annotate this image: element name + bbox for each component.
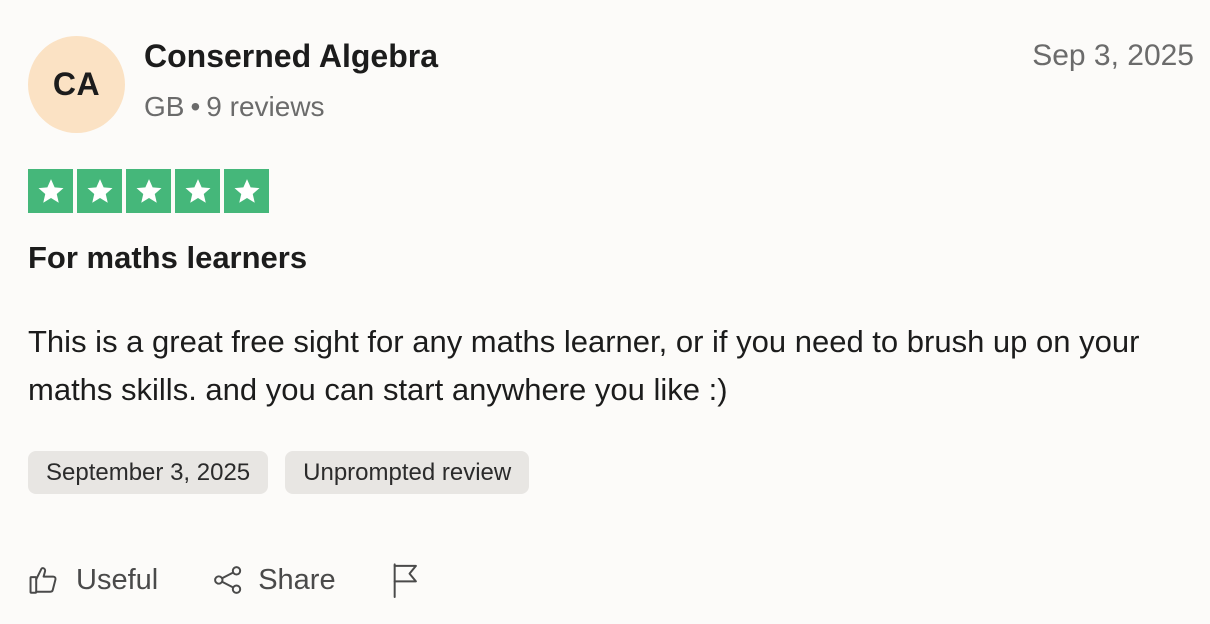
reviewer-country: GB: [144, 91, 185, 122]
share-icon: [210, 560, 246, 600]
star-icon: [28, 169, 73, 213]
tag-experience-date: September 3, 2025: [28, 451, 269, 494]
star-rating: [28, 169, 269, 213]
review-title: For maths learners: [28, 240, 308, 275]
review-date: Sep 3, 2025: [1032, 39, 1194, 72]
reviewer-meta: GB • 9 reviews: [144, 91, 325, 123]
flag-icon: [388, 560, 424, 600]
share-button[interactable]: Share: [210, 560, 336, 600]
review-actions: Useful Share: [26, 560, 424, 600]
reviewer-name[interactable]: Conserned Algebra: [144, 38, 438, 75]
review-card: CA Conserned Algebra GB • 9 reviews Sep 3,…: [0, 0, 1210, 624]
useful-button[interactable]: Useful: [26, 560, 158, 600]
thumbs-up-icon: [26, 560, 62, 600]
reviewer-review-count: 9 reviews: [206, 91, 325, 122]
share-label: Share: [258, 563, 336, 596]
tag-unprompted-review[interactable]: Unprompted review: [285, 451, 530, 494]
report-button[interactable]: [388, 560, 424, 600]
star-icon: [175, 169, 220, 213]
review-tags: September 3, 2025 Unprompted review: [28, 451, 530, 494]
meta-separator: •: [190, 91, 201, 122]
star-icon: [126, 169, 171, 213]
review-body: This is a great free sight for any maths…: [28, 324, 1140, 407]
star-icon: [224, 169, 269, 213]
useful-label: Useful: [76, 563, 159, 596]
avatar[interactable]: CA: [28, 36, 125, 133]
star-icon: [77, 169, 122, 213]
avatar-initials: CA: [52, 66, 101, 102]
